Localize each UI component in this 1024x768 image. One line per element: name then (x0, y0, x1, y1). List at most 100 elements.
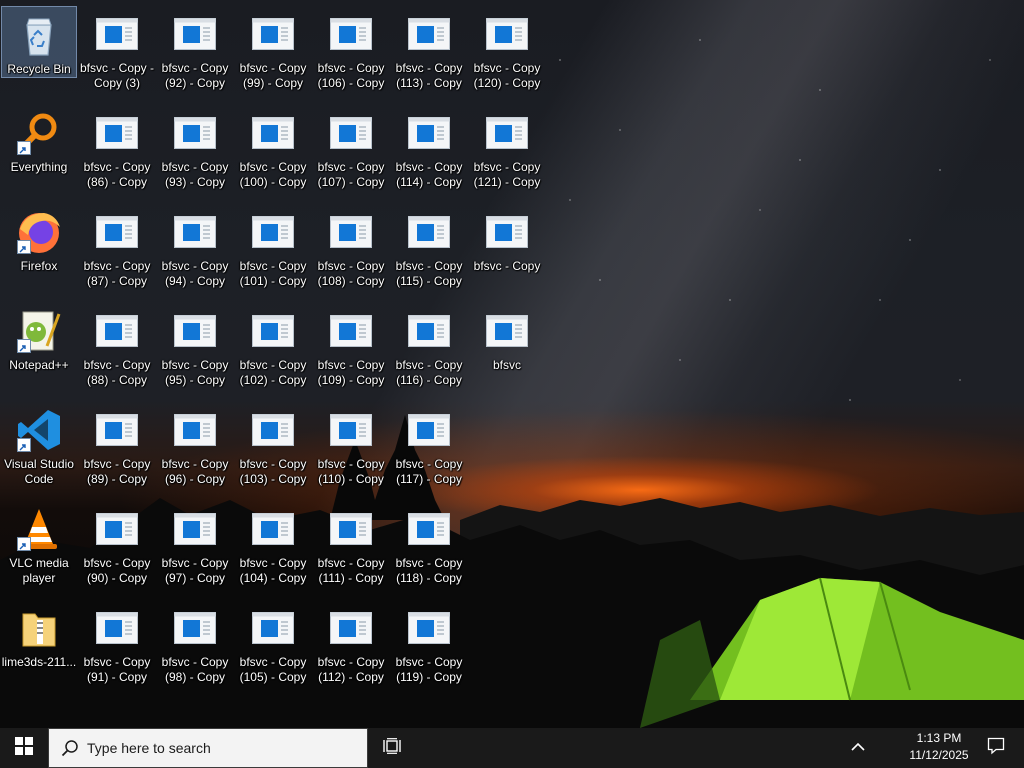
desktop-file-icon[interactable]: bfsvc - Copy (111) - Copy (313, 501, 389, 586)
icon-label: bfsvc - Copy (117) - Copy (395, 457, 463, 486)
search-input[interactable]: Type here to search (48, 728, 368, 768)
start-button[interactable] (0, 728, 48, 768)
application-window-icon (483, 208, 531, 256)
icon-label: bfsvc - Copy (116) - Copy (395, 358, 463, 387)
desktop-icon-recycle-bin[interactable]: Recycle Bin (1, 6, 77, 78)
action-center-button[interactable] (976, 728, 1016, 768)
taskbar: Type here to search 1:13 PM 11/12/2025 (0, 728, 1024, 768)
icon-label: bfsvc - Copy (107) - Copy (317, 160, 385, 189)
desktop-file-icon[interactable]: bfsvc (469, 303, 545, 373)
desktop-file-icon[interactable]: bfsvc - Copy (117) - Copy (391, 402, 467, 487)
icon-label: bfsvc - Copy (95) - Copy (161, 358, 229, 387)
desktop-file-icon[interactable]: bfsvc - Copy (107) - Copy (313, 105, 389, 190)
icon-label: bfsvc - Copy (111) - Copy (317, 556, 385, 585)
desktop-file-icon[interactable]: bfsvc - Copy (94) - Copy (157, 204, 233, 289)
desktop-file-icon[interactable]: bfsvc - Copy (99) - Copy (235, 6, 311, 91)
notification-icon (987, 737, 1005, 760)
icon-label: bfsvc - Copy (100) - Copy (239, 160, 307, 189)
chevron-up-icon (851, 739, 865, 757)
icon-label: bfsvc - Copy (112) - Copy (317, 655, 385, 684)
desktop-file-icon[interactable]: bfsvc - Copy (108) - Copy (313, 204, 389, 289)
desktop-file-icon[interactable]: bfsvc - Copy (97) - Copy (157, 501, 233, 586)
desktop-icon-vscode[interactable]: Visual Studio Code (1, 402, 77, 487)
desktop-file-icon[interactable]: bfsvc - Copy (91) - Copy (79, 600, 155, 685)
application-window-icon (249, 10, 297, 58)
icon-label: bfsvc - Copy (113) - Copy (395, 61, 463, 90)
icon-label: bfsvc - Copy (102) - Copy (239, 358, 307, 387)
desktop-file-icon[interactable]: bfsvc - Copy (106) - Copy (313, 6, 389, 91)
desktop-file-icon[interactable]: bfsvc - Copy (469, 204, 545, 274)
icon-label: bfsvc - Copy (96) - Copy (161, 457, 229, 486)
application-window-icon (249, 307, 297, 355)
desktop-file-icon[interactable]: bfsvc - Copy - Copy (3) (79, 6, 155, 91)
desktop-file-icon[interactable]: bfsvc - Copy (103) - Copy (235, 402, 311, 487)
desktop-file-icon[interactable]: bfsvc - Copy (120) - Copy (469, 6, 545, 91)
desktop-file-icon[interactable]: bfsvc - Copy (95) - Copy (157, 303, 233, 388)
application-window-icon (327, 208, 375, 256)
application-window-icon (405, 505, 453, 553)
application-window-icon (405, 208, 453, 256)
icon-label: bfsvc - Copy (89) - Copy (83, 457, 151, 486)
desktop-file-icon[interactable]: bfsvc - Copy (98) - Copy (157, 600, 233, 685)
icon-label: Firefox (20, 259, 58, 273)
application-window-icon (483, 109, 531, 157)
icon-label: bfsvc - Copy (92) - Copy (161, 61, 229, 90)
icon-label: bfsvc - Copy (97) - Copy (161, 556, 229, 585)
windows-logo-icon (15, 736, 33, 760)
desktop-file-icon[interactable]: bfsvc - Copy (92) - Copy (157, 6, 233, 91)
desktop-icon-everything[interactable]: Everything (1, 105, 77, 175)
firefox-icon (15, 208, 63, 256)
search-icon (61, 739, 79, 757)
shortcut-arrow-icon (17, 537, 31, 551)
application-window-icon (171, 10, 219, 58)
icon-label: bfsvc - Copy (473, 259, 541, 273)
desktop-file-icon[interactable]: bfsvc - Copy (105) - Copy (235, 600, 311, 685)
desktop-file-icon[interactable]: bfsvc - Copy (109) - Copy (313, 303, 389, 388)
desktop[interactable]: Recycle Bin Everything Firefox Notepad++ Vis… (0, 0, 1024, 728)
desktop-file-icon[interactable]: bfsvc - Copy (115) - Copy (391, 204, 467, 289)
desktop-file-icon[interactable]: bfsvc - Copy (89) - Copy (79, 402, 155, 487)
desktop-file-icon[interactable]: bfsvc - Copy (101) - Copy (235, 204, 311, 289)
desktop-icon-lime3ds[interactable]: lime3ds-211... (1, 600, 77, 670)
desktop-file-icon[interactable]: bfsvc - Copy (104) - Copy (235, 501, 311, 586)
desktop-icon-firefox[interactable]: Firefox (1, 204, 77, 274)
notepadpp-icon (15, 307, 63, 355)
desktop-file-icon[interactable]: bfsvc - Copy (102) - Copy (235, 303, 311, 388)
desktop-file-icon[interactable]: bfsvc - Copy (88) - Copy (79, 303, 155, 388)
icon-label: bfsvc - Copy (109) - Copy (317, 358, 385, 387)
icon-label: bfsvc - Copy (104) - Copy (239, 556, 307, 585)
desktop-file-icon[interactable]: bfsvc - Copy (93) - Copy (157, 105, 233, 190)
desktop-file-icon[interactable]: bfsvc - Copy (121) - Copy (469, 105, 545, 190)
desktop-file-icon[interactable]: bfsvc - Copy (110) - Copy (313, 402, 389, 487)
application-window-icon (93, 307, 141, 355)
shortcut-arrow-icon (17, 339, 31, 353)
application-window-icon (171, 406, 219, 454)
desktop-file-icon[interactable]: bfsvc - Copy (118) - Copy (391, 501, 467, 586)
desktop-file-icon[interactable]: bfsvc - Copy (113) - Copy (391, 6, 467, 91)
icon-label: bfsvc - Copy (115) - Copy (395, 259, 463, 288)
desktop-icon-vlc[interactable]: VLC media player (1, 501, 77, 586)
desktop-icon-notepadpp[interactable]: Notepad++ (1, 303, 77, 373)
desktop-file-icon[interactable]: bfsvc - Copy (114) - Copy (391, 105, 467, 190)
application-window-icon (171, 307, 219, 355)
clock[interactable]: 1:13 PM 11/12/2025 (896, 730, 982, 766)
application-window-icon (327, 406, 375, 454)
icon-label: bfsvc - Copy (105) - Copy (239, 655, 307, 684)
desktop-file-icon[interactable]: bfsvc - Copy (86) - Copy (79, 105, 155, 190)
zip-folder-icon (15, 604, 63, 652)
task-view-button[interactable] (372, 728, 412, 768)
desktop-file-icon[interactable]: bfsvc - Copy (96) - Copy (157, 402, 233, 487)
show-hidden-icons-button[interactable] (842, 728, 874, 768)
desktop-file-icon[interactable]: bfsvc - Copy (119) - Copy (391, 600, 467, 685)
icon-label: bfsvc - Copy (114) - Copy (395, 160, 463, 189)
desktop-file-icon[interactable]: bfsvc - Copy (112) - Copy (313, 600, 389, 685)
application-window-icon (483, 10, 531, 58)
desktop-file-icon[interactable]: bfsvc - Copy (100) - Copy (235, 105, 311, 190)
shortcut-arrow-icon (17, 141, 31, 155)
icon-label: Notepad++ (9, 358, 69, 372)
application-window-icon (171, 109, 219, 157)
desktop-file-icon[interactable]: bfsvc - Copy (116) - Copy (391, 303, 467, 388)
desktop-file-icon[interactable]: bfsvc - Copy (87) - Copy (79, 204, 155, 289)
desktop-file-icon[interactable]: bfsvc - Copy (90) - Copy (79, 501, 155, 586)
application-window-icon (405, 109, 453, 157)
